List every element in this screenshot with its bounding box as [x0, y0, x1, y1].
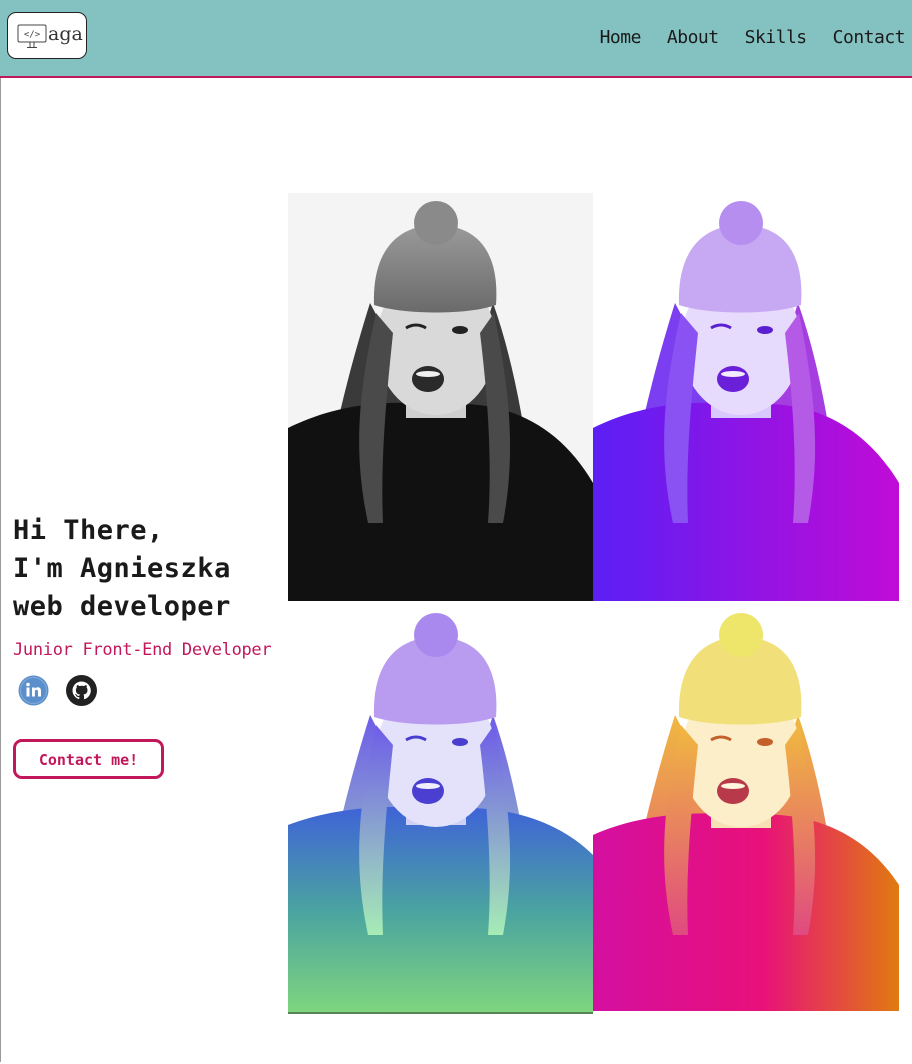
- portrait-photo-purple-green: [288, 605, 593, 1014]
- portrait-photo-purple: [593, 193, 899, 601]
- nav-contact[interactable]: Contact: [833, 27, 906, 48]
- portrait-photo-grayscale: [288, 193, 593, 601]
- hero-title: Hi There, I'm Agnieszka web developer: [13, 512, 231, 626]
- hero-line-name: I'm Agnieszka: [13, 553, 231, 584]
- linkedin-link[interactable]: [18, 675, 49, 706]
- nav-about[interactable]: About: [667, 27, 719, 48]
- linkedin-icon: [18, 675, 49, 706]
- social-links: [18, 675, 97, 706]
- svg-text:</>: </>: [24, 30, 41, 40]
- github-link[interactable]: [66, 675, 97, 706]
- hero-line-greeting: Hi There,: [13, 515, 164, 546]
- site-header: </> aga Home About Skills Contact: [0, 0, 912, 78]
- logo[interactable]: </> aga: [7, 12, 87, 59]
- hero-subtitle: Junior Front-End Developer: [13, 640, 272, 660]
- portrait-photo-pink-yellow: [593, 605, 899, 1011]
- logo-text: aga: [48, 23, 83, 45]
- code-monitor-icon: </>: [17, 24, 47, 48]
- main-nav: Home About Skills Contact: [600, 27, 906, 48]
- github-icon: [66, 675, 97, 706]
- hero-section: Hi There, I'm Agnieszka web developer: [13, 512, 231, 626]
- nav-home[interactable]: Home: [600, 27, 642, 48]
- hero-line-role: web developer: [13, 591, 231, 622]
- contact-me-button[interactable]: Contact me!: [13, 739, 164, 779]
- nav-skills[interactable]: Skills: [745, 27, 808, 48]
